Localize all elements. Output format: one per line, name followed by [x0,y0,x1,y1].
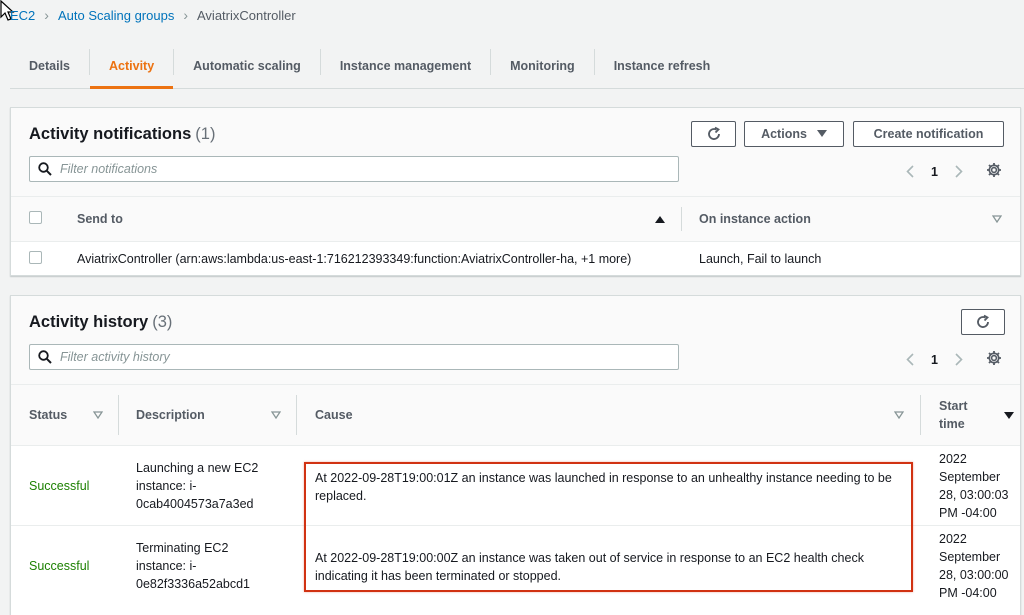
column-start-time[interactable]: Start time [921,384,1020,446]
search-icon [38,350,52,364]
breadcrumb-current: AviatrixController [197,7,296,23]
table-row[interactable]: Successful Terminating EC2 instance: i- … [11,525,1020,606]
refresh-history-button[interactable] [961,309,1005,335]
notifications-pagination: 1 [901,162,1002,181]
actions-dropdown-button[interactable]: Actions [744,121,844,147]
history-table: Status Description Cause Start time Succ… [11,384,1020,606]
cause-cell: At 2022-09-28T19:00:01Z an instance was … [315,471,892,503]
column-description[interactable]: Description [119,384,297,446]
previous-page-icon[interactable] [901,165,919,178]
column-status[interactable]: Status [11,384,119,446]
sort-down-icon [271,411,281,419]
tab-bar: Details Activity Automatic scaling Insta… [10,44,1024,89]
breadcrumb-separator-icon: › [44,7,49,23]
row-select-cell [11,242,59,277]
breadcrumb-separator-icon: › [183,7,188,23]
caret-down-icon [816,130,827,137]
start-time-cell: 2022 September 28, 03:00:00 PM -04:00 [939,531,1009,600]
notifications-page-number[interactable]: 1 [931,165,938,179]
select-all-cell [11,196,59,242]
breadcrumb: EC2 › Auto Scaling groups › AviatrixCont… [10,6,296,24]
column-send-to[interactable]: Send to [59,196,682,242]
notifications-table: Send to On instance action AviatrixContr… [11,196,1020,277]
sort-descending-icon [1004,412,1014,419]
create-notification-button[interactable]: Create notification [853,121,1004,147]
search-icon [38,162,52,176]
table-row[interactable]: Successful Launching a new EC2 instance:… [11,445,1020,526]
notifications-filter[interactable] [29,156,679,182]
history-settings-gear-icon[interactable] [986,350,1002,369]
tab-instance-refresh[interactable]: Instance refresh [595,44,730,88]
history-table-header: Status Description Cause Start time [11,384,1020,446]
description-cell: Launching a new EC2 instance: i- 0cab400… [136,460,259,511]
status-cell: Successful [29,478,90,493]
sort-down-icon [93,411,103,419]
tab-instance-management[interactable]: Instance management [321,44,490,88]
history-filter[interactable] [29,344,679,370]
next-page-icon[interactable] [950,165,968,178]
instance-action-cell: Launch, Fail to launch [699,252,822,267]
send-to-cell: AviatrixController (arn:aws:lambda:us-ea… [77,252,632,267]
column-on-instance-action[interactable]: On instance action [682,196,1020,242]
notifications-title: Activity notifications (1) [29,125,216,143]
table-row[interactable]: AviatrixController (arn:aws:lambda:us-ea… [11,241,1020,277]
history-count: (3) [152,313,173,331]
sort-down-icon [992,215,1002,223]
status-cell: Successful [29,558,90,573]
tab-details[interactable]: Details [10,44,89,88]
row-checkbox[interactable] [29,251,42,265]
select-all-checkbox[interactable] [29,211,42,224]
activity-history-panel: Activity history(3) 1 Status [10,295,1021,615]
breadcrumb-ec2-link[interactable]: EC2 [10,8,35,23]
tab-activity[interactable]: Activity [90,44,174,89]
notifications-table-header: Send to On instance action [11,196,1020,242]
history-filter-input[interactable] [60,350,650,364]
history-header: Activity history(3) 1 [11,296,1020,384]
notifications-count: (1) [195,125,216,143]
refresh-notifications-button[interactable] [691,121,736,147]
refresh-icon [977,314,989,328]
column-cause[interactable]: Cause [297,384,921,446]
history-pagination: 1 [901,350,1002,369]
description-cell: Terminating EC2 instance: i- 0e82f3336a5… [136,540,251,591]
sort-ascending-icon [655,216,665,223]
tab-monitoring[interactable]: Monitoring [491,44,594,88]
sort-down-icon [894,411,904,419]
refresh-icon [707,126,720,140]
notifications-filter-input[interactable] [60,162,650,176]
history-title: Activity history (3) [29,313,173,331]
next-page-icon[interactable] [950,353,968,366]
activity-notifications-panel: Activity notifications (1) Actions Create… [10,107,1021,276]
notifications-settings-gear-icon[interactable] [986,162,1002,181]
start-time-cell: 2022 September 28, 03:00:03 PM -04:00 [939,451,1009,520]
tab-automatic-scaling[interactable]: Automatic scaling [174,44,320,88]
history-page-number[interactable]: 1 [931,353,938,367]
previous-page-icon[interactable] [901,353,919,366]
cause-cell: At 2022-09-28T19:00:00Z an instance was … [315,551,864,583]
breadcrumb-asg-link[interactable]: Auto Scaling groups [58,8,174,23]
notifications-header: Activity notifications (1) Actions Create… [11,108,1020,196]
